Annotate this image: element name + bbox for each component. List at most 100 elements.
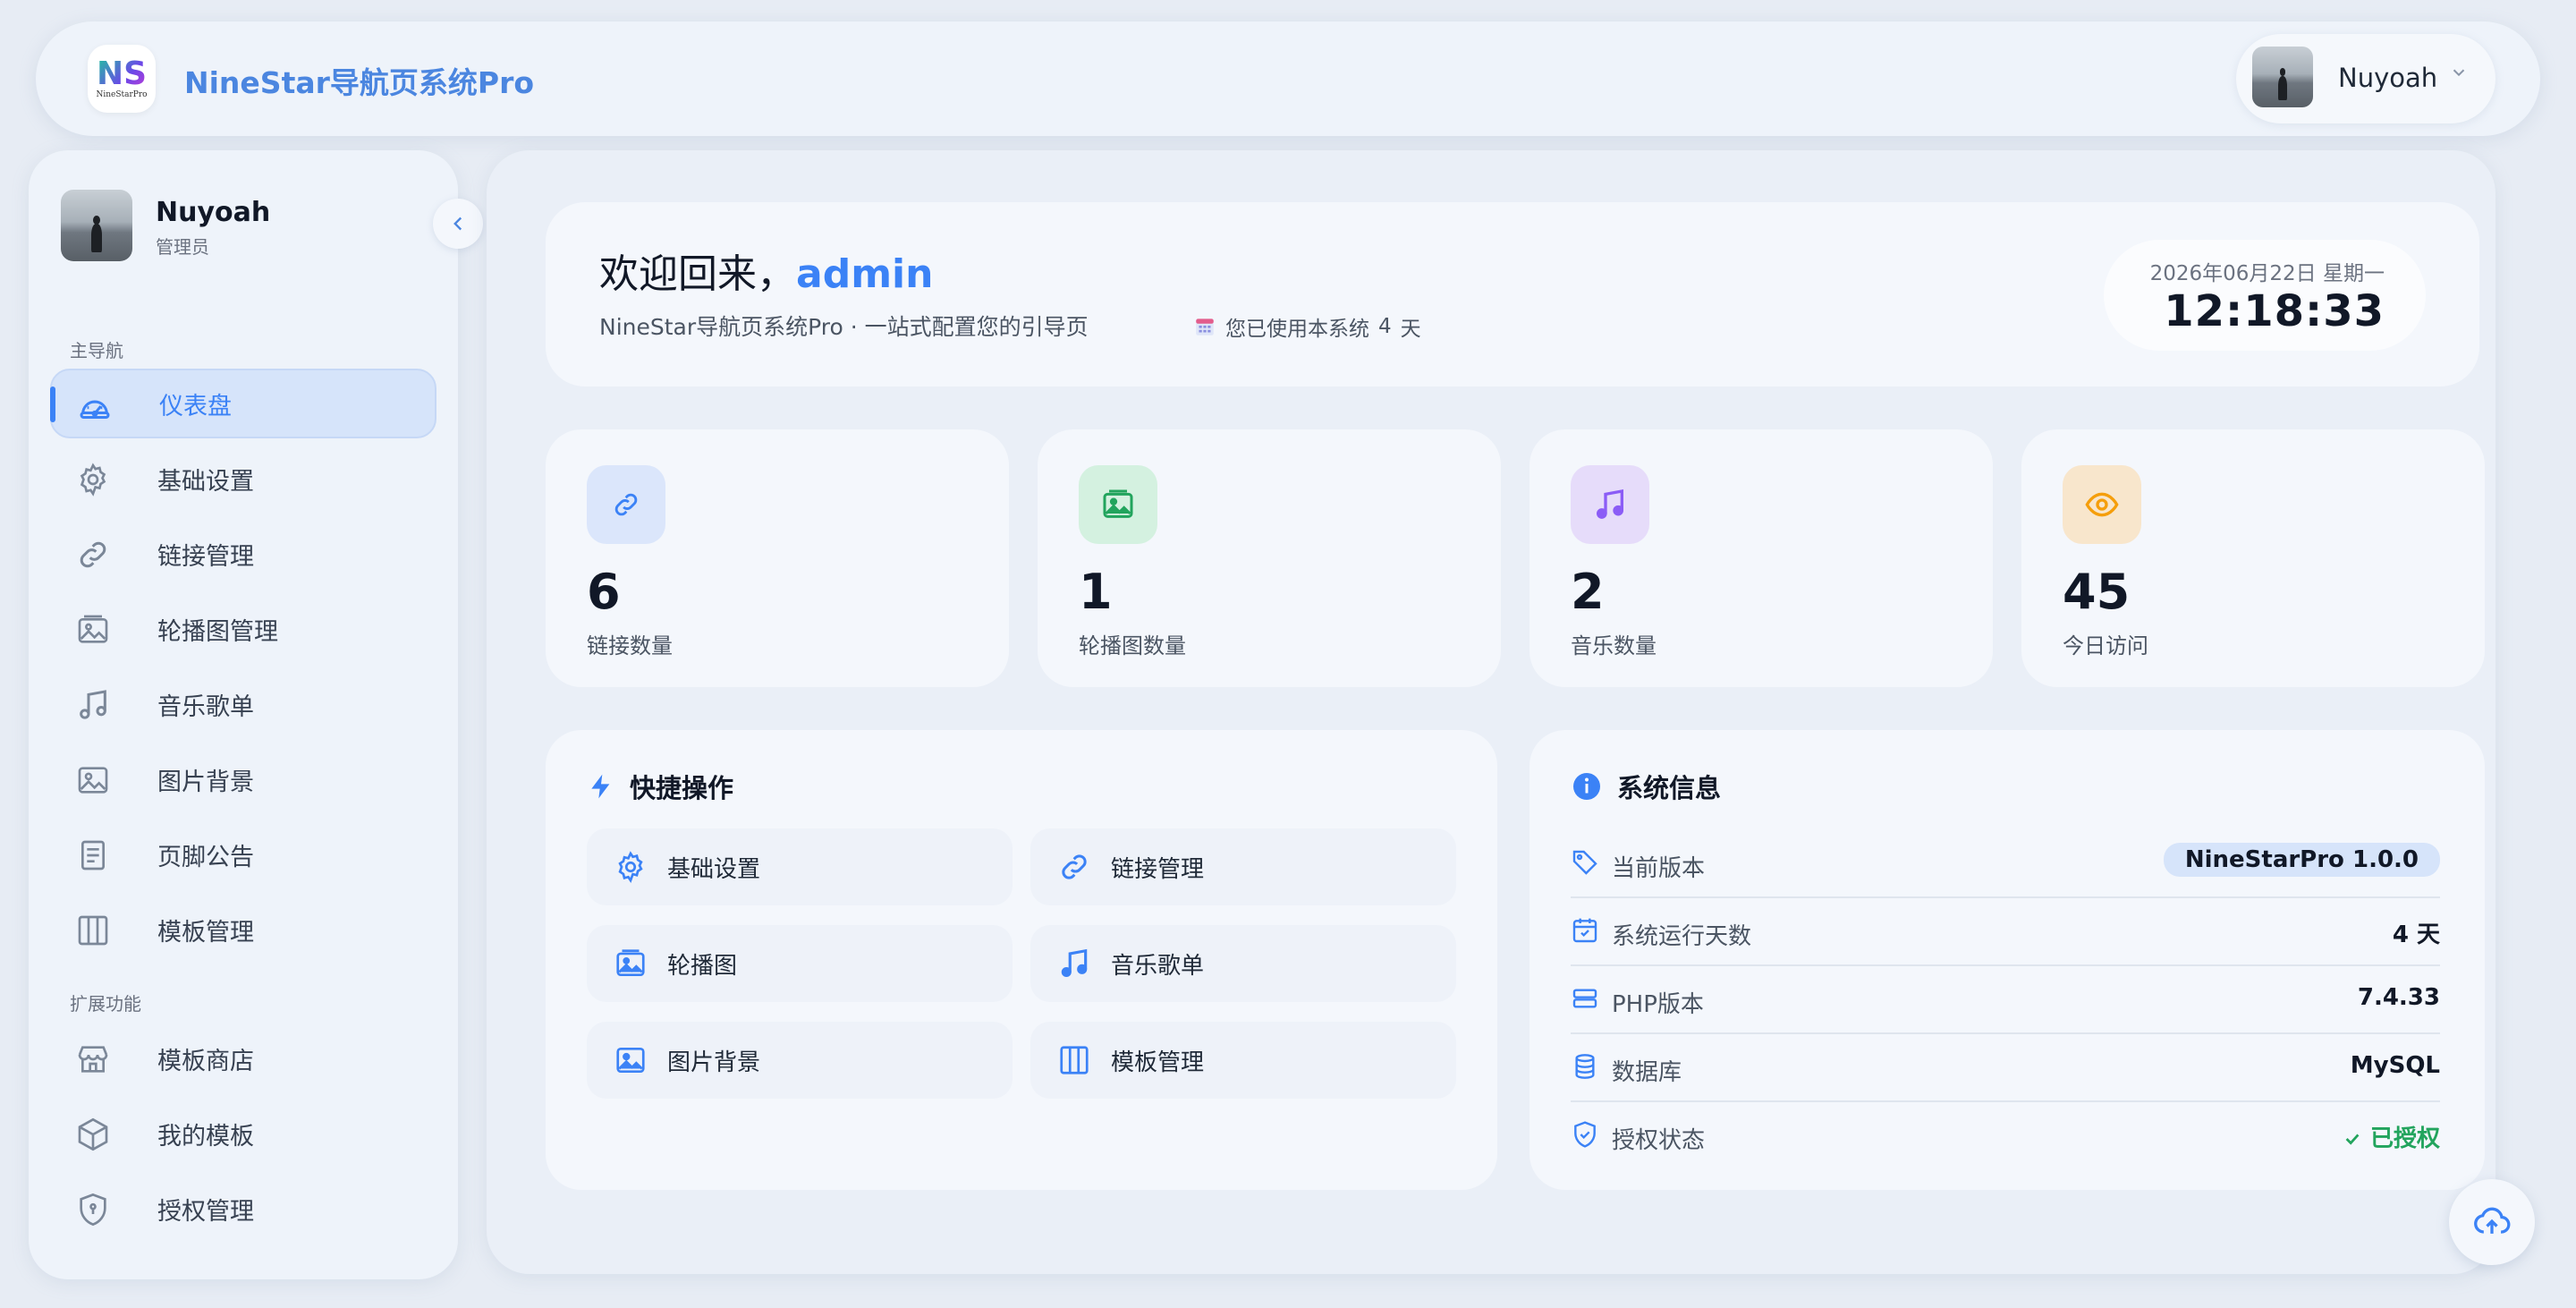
- welcome-description: NineStar导航页系统Pro · 一站式配置您的引导页: [599, 314, 1089, 340]
- quick-actions-title: 快捷操作: [587, 768, 733, 805]
- greeting-text: 欢迎回来，: [599, 251, 796, 297]
- stat-card-carousel[interactable]: 1 轮播图数量: [1038, 429, 1501, 687]
- usage-days-num: 4: [1378, 315, 1392, 338]
- sidebar-avatar: [61, 190, 132, 261]
- quick-action-label: 轮播图: [667, 952, 738, 980]
- sidebar-item-template-management[interactable]: 模板管理: [50, 895, 436, 964]
- logo-mark: NS: [96, 55, 148, 92]
- link-icon: [1062, 854, 1087, 879]
- sidebar-item-music[interactable]: 音乐歌单: [50, 669, 436, 739]
- sidebar-item-label: 基础设置: [157, 467, 254, 496]
- quick-template-management-button[interactable]: 模板管理: [1030, 1022, 1456, 1099]
- top-header: NS NineStarPro NineStar导航页系统Pro Nuyoah: [36, 21, 2540, 136]
- stat-badge: [1571, 465, 1649, 544]
- sidebar-item-link-management[interactable]: 链接管理: [50, 519, 436, 589]
- app-logo[interactable]: NS NineStarPro: [88, 45, 156, 113]
- tag-icon: [1572, 850, 1597, 875]
- gear-icon: [80, 463, 106, 497]
- stat-label: 链接数量: [587, 633, 673, 658]
- stat-card-music[interactable]: 2 音乐数量: [1530, 429, 1993, 687]
- info-row-version: 当前版本 NineStarPro 1.0.0: [1571, 830, 2440, 898]
- avatar: [2252, 47, 2313, 107]
- dashboard-icon: [80, 400, 110, 419]
- sidebar-item-label: 轮播图管理: [157, 617, 278, 646]
- welcome-heading: 欢迎回来，admin: [599, 242, 933, 299]
- stat-value: 1: [1079, 564, 1113, 620]
- carousel-icon: [616, 949, 645, 977]
- calendar-icon: [1196, 319, 1214, 335]
- music-icon: [80, 690, 106, 719]
- stat-value: 6: [587, 564, 621, 620]
- image-icon: [1103, 489, 1133, 518]
- sidebar-item-label: 我的模板: [157, 1122, 254, 1151]
- sidebar-item-label: 模板管理: [157, 918, 254, 947]
- info-row-database: 数据库 MySQL: [1571, 1034, 2440, 1102]
- sidebar-item-basic-settings[interactable]: 基础设置: [50, 444, 436, 514]
- info-row-license: 授权状态 已授权: [1571, 1102, 2440, 1170]
- current-time: 12:18:33: [2164, 286, 2385, 336]
- cloud-upload-icon: [2474, 1207, 2511, 1234]
- usage-days-unit: 天: [1400, 318, 1421, 341]
- database-icon: [1575, 1054, 1595, 1079]
- info-row-uptime: 系统运行天数 4 天: [1571, 898, 2440, 966]
- stat-label: 轮播图数量: [1079, 633, 1186, 658]
- user-name: Nuyoah: [2338, 63, 2438, 93]
- info-icon: [1573, 773, 1600, 800]
- stat-card-visits[interactable]: 45 今日访问: [2021, 429, 2485, 687]
- info-value: MySQL: [2350, 1052, 2440, 1079]
- music-icon: [1061, 948, 1088, 978]
- columns-icon: [78, 915, 108, 946]
- stat-badge: [587, 465, 665, 544]
- sidebar-item-footer-notice[interactable]: 页脚公告: [50, 820, 436, 889]
- quick-link-management-button[interactable]: 链接管理: [1030, 828, 1456, 905]
- system-info-panel: 系统信息 当前版本 NineStarPro 1.0.0 系统运行天数 4 天 P…: [1530, 730, 2485, 1190]
- sidebar-item-template-store[interactable]: 模板商店: [50, 1023, 436, 1093]
- current-date: 2026年06月22日 星期一: [2149, 262, 2385, 285]
- info-key: PHP版本: [1612, 991, 1704, 1018]
- quick-image-background-button[interactable]: 图片背景: [587, 1022, 1013, 1099]
- store-icon: [78, 1046, 108, 1073]
- sidebar-item-label: 页脚公告: [157, 843, 254, 871]
- usage-days: 您已使用本系统 4 天: [1193, 311, 1421, 342]
- sidebar: Nuyoah 管理员 主导航 仪表盘 基础设置 链接管理 轮播图管理 音乐歌单 …: [29, 150, 458, 1279]
- quick-action-label: 链接管理: [1111, 855, 1205, 883]
- stat-label: 今日访问: [2063, 633, 2148, 658]
- sidebar-item-image-background[interactable]: 图片背景: [50, 744, 436, 814]
- stat-value: 2: [1571, 564, 1605, 620]
- lightning-icon: [591, 774, 610, 799]
- image-icon: [78, 767, 108, 794]
- sidebar-item-license[interactable]: 授权管理: [50, 1174, 436, 1244]
- chevron-down-icon: [2449, 63, 2469, 88]
- sidebar-item-label: 图片背景: [157, 768, 254, 796]
- stat-badge: [1079, 465, 1157, 544]
- sidebar-item-label: 模板商店: [157, 1047, 254, 1075]
- stat-badge: [2063, 465, 2141, 544]
- panel-title-text: 快捷操作: [630, 773, 734, 803]
- section-label-main: 主导航: [70, 340, 123, 361]
- stat-card-links[interactable]: 6 链接数量: [546, 429, 1009, 687]
- panel-title-text: 系统信息: [1617, 773, 1722, 803]
- welcome-user: admin: [796, 251, 934, 297]
- stat-label: 音乐数量: [1571, 633, 1657, 658]
- image-icon: [616, 1047, 645, 1074]
- chevron-left-icon: [453, 217, 462, 231]
- quick-action-label: 模板管理: [1111, 1049, 1205, 1076]
- quick-basic-settings-button[interactable]: 基础设置: [587, 828, 1013, 905]
- sidebar-item-label: 链接管理: [157, 542, 254, 571]
- usage-days-text: 您已使用本系统: [1225, 318, 1369, 341]
- stat-value: 45: [2063, 564, 2131, 620]
- sidebar-item-my-templates[interactable]: 我的模板: [50, 1099, 436, 1168]
- info-value: 7.4.33: [2357, 984, 2440, 1011]
- quick-music-button[interactable]: 音乐歌单: [1030, 925, 1456, 1002]
- sidebar-item-dashboard[interactable]: 仪表盘: [50, 369, 436, 438]
- system-info-title: 系统信息: [1571, 768, 1721, 805]
- info-key: 授权状态: [1612, 1127, 1706, 1154]
- quick-carousel-button[interactable]: 轮播图: [587, 925, 1013, 1002]
- sidebar-item-carousel[interactable]: 轮播图管理: [50, 594, 436, 664]
- user-menu-button[interactable]: Nuyoah: [2236, 34, 2496, 123]
- check-icon: [2345, 1134, 2360, 1145]
- sidebar-collapse-button[interactable]: [433, 199, 483, 249]
- license-status-text: 已授权: [2369, 1125, 2440, 1152]
- info-value: 4 天: [2392, 922, 2440, 948]
- upload-button[interactable]: [2449, 1179, 2535, 1265]
